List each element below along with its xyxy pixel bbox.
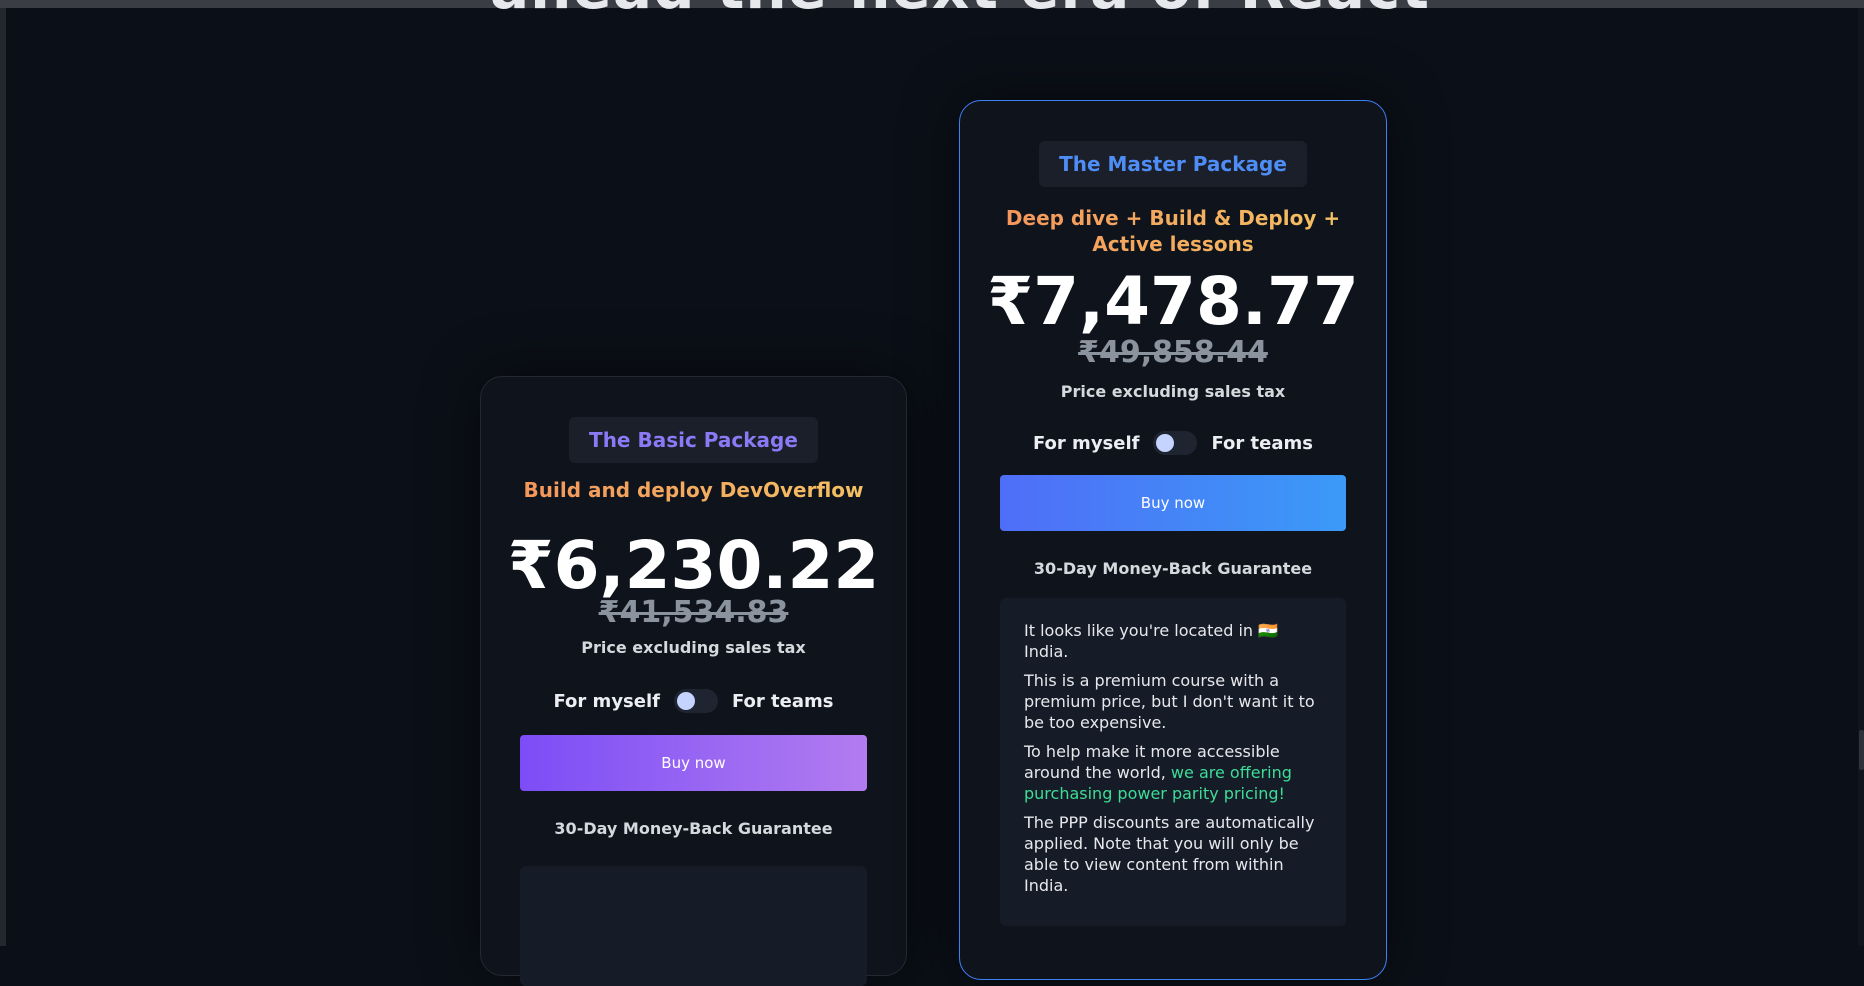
- audience-toggle[interactable]: [673, 689, 718, 713]
- left-edge: [0, 8, 6, 946]
- for-teams-label: For teams: [1211, 432, 1313, 454]
- master-guarantee: 30-Day Money-Back Guarantee: [1033, 559, 1313, 578]
- basic-info-box: [520, 866, 867, 986]
- master-package-subtitle: Deep dive + Build & Deploy + Active less…: [960, 205, 1386, 257]
- master-subtitle-line-2: Active lessons: [1092, 232, 1254, 256]
- master-subtitle-line-1: Deep dive + Build & Deploy +: [1005, 206, 1341, 230]
- audience-toggle[interactable]: [1153, 431, 1198, 455]
- premium-course-note: This is a premium course with a premium …: [1024, 671, 1315, 732]
- basic-guarantee: 30-Day Money-Back Guarantee: [554, 819, 833, 838]
- ppp-discount-note: The PPP discounts are automatically appl…: [1024, 813, 1315, 895]
- location-line: It looks like you're located in 🇮🇳 India…: [1024, 621, 1279, 661]
- master-package-badge: The Master Package: [1039, 141, 1307, 187]
- basic-package-badge: The Basic Package: [569, 417, 818, 463]
- ppp-info-box: It looks like you're located in 🇮🇳 India…: [1000, 598, 1346, 926]
- for-teams-label: For teams: [731, 690, 834, 712]
- for-myself-label: For myself: [553, 690, 660, 712]
- toggle-knob: [676, 692, 695, 710]
- scrollbar-track[interactable]: [1858, 8, 1864, 946]
- master-audience-toggle-row: For myself For teams: [960, 431, 1386, 455]
- master-price: ₹7,478.77: [987, 263, 1359, 340]
- master-original-price: ₹49,858.44: [1078, 335, 1268, 370]
- master-buy-now-button[interactable]: Buy now: [1000, 475, 1346, 531]
- basic-package-card: The Basic Package Build and deploy DevOv…: [480, 376, 907, 986]
- basic-audience-toggle-row: For myself For teams: [481, 689, 906, 713]
- india-flag-icon: 🇮🇳: [1258, 621, 1279, 640]
- basic-buy-now-button[interactable]: Buy now: [520, 735, 867, 791]
- ppp-offer-note: To help make it more accessible around t…: [1024, 742, 1292, 803]
- for-myself-label: For myself: [1032, 432, 1140, 454]
- section-headline: ahead the next era of React: [420, 0, 1500, 22]
- toggle-knob: [1156, 434, 1175, 452]
- basic-price: ₹6,230.22: [507, 527, 880, 604]
- basic-tax-note: Price excluding sales tax: [581, 638, 806, 657]
- basic-package-subtitle: Build and deploy DevOverflow: [481, 477, 906, 503]
- scrollbar-thumb[interactable]: [1859, 730, 1864, 770]
- master-tax-note: Price excluding sales tax: [1060, 382, 1286, 401]
- master-package-card: The Master Package Deep dive + Build & D…: [959, 100, 1387, 980]
